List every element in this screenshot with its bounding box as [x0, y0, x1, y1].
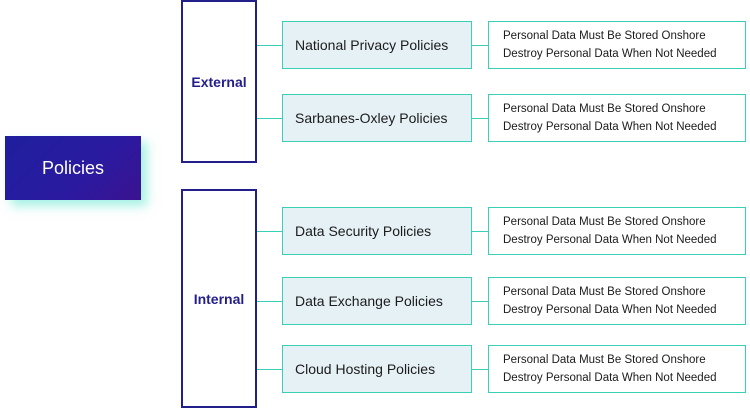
detail-line: Personal Data Must Be Stored Onshore [503, 286, 706, 298]
group-internal-label: Internal [193, 290, 245, 307]
detail-node-cloud-hosting: Personal Data Must Be Stored Onshore Des… [488, 345, 746, 393]
detail-line: Personal Data Must Be Stored Onshore [503, 354, 706, 366]
connector-internal-data-security [257, 231, 282, 232]
connector-national-privacy-detail [472, 45, 488, 46]
detail-node-national-privacy: Personal Data Must Be Stored Onshore Des… [488, 21, 746, 69]
connector-internal-data-exchange [257, 301, 282, 302]
detail-line: Destroy Personal Data When Not Needed [503, 48, 717, 60]
detail-node-sarbanes-oxley: Personal Data Must Be Stored Onshore Des… [488, 94, 746, 142]
policy-node-cloud-hosting: Cloud Hosting Policies [282, 345, 472, 393]
connector-sarbanes-oxley-detail [472, 118, 488, 119]
policy-node-national-privacy: National Privacy Policies [282, 21, 472, 69]
connector-external-sarbanes-oxley [257, 118, 282, 119]
connector-cloud-hosting-detail [472, 369, 488, 370]
group-internal: Internal [181, 189, 257, 408]
connector-external-national-privacy [257, 45, 282, 46]
detail-line: Destroy Personal Data When Not Needed [503, 121, 717, 133]
connector-data-exchange-detail [472, 301, 488, 302]
connector-internal-cloud-hosting [257, 369, 282, 370]
connector-data-security-detail [472, 231, 488, 232]
detail-line: Destroy Personal Data When Not Needed [503, 372, 717, 384]
detail-line: Destroy Personal Data When Not Needed [503, 234, 717, 246]
group-external: External [181, 0, 257, 163]
root-node-label: Policies [41, 157, 105, 178]
policy-node-label: Sarbanes-Oxley Policies [295, 110, 448, 126]
detail-line: Personal Data Must Be Stored Onshore [503, 30, 706, 42]
policy-node-label: Cloud Hosting Policies [295, 361, 436, 377]
policy-node-data-security: Data Security Policies [282, 207, 472, 255]
detail-line: Destroy Personal Data When Not Needed [503, 304, 717, 316]
policy-node-label: Data Security Policies [295, 223, 432, 239]
detail-node-data-security: Personal Data Must Be Stored Onshore Des… [488, 207, 746, 255]
policy-node-label: Data Exchange Policies [295, 293, 443, 309]
detail-line: Personal Data Must Be Stored Onshore [503, 216, 706, 228]
policy-node-data-exchange: Data Exchange Policies [282, 277, 472, 325]
detail-node-data-exchange: Personal Data Must Be Stored Onshore Des… [488, 277, 746, 325]
detail-line: Personal Data Must Be Stored Onshore [503, 103, 706, 115]
root-node-policies: Policies [5, 136, 141, 200]
policy-node-label: National Privacy Policies [295, 37, 449, 53]
policy-node-sarbanes-oxley: Sarbanes-Oxley Policies [282, 94, 472, 142]
group-external-label: External [191, 73, 247, 90]
